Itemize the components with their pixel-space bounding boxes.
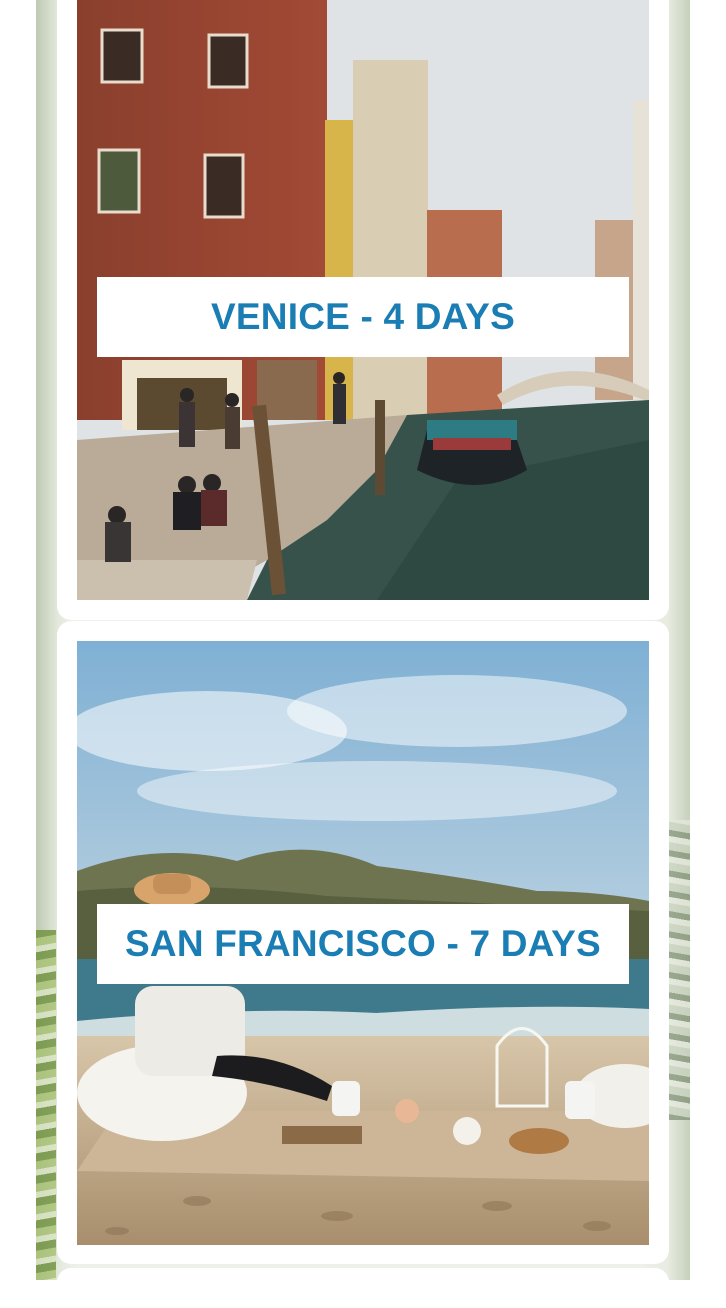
palm-leaf-decoration-left xyxy=(36,930,56,1280)
destination-title[interactable]: VENICE - 4 DAYS xyxy=(211,296,515,338)
san-francisco-beach-picnic-photo: SAN FRANCISCO - 7 DAYS xyxy=(77,641,649,1245)
venice-canal-photo: VENICE - 4 DAYS xyxy=(77,0,649,600)
destination-title[interactable]: SAN FRANCISCO - 7 DAYS xyxy=(125,923,601,965)
palm-leaf-decoration-right xyxy=(668,820,690,1120)
destination-card-next[interactable] xyxy=(57,1268,669,1308)
destination-card-venice[interactable]: VENICE - 4 DAYS xyxy=(57,0,669,620)
destination-label-box[interactable]: VENICE - 4 DAYS xyxy=(97,277,629,357)
destination-label-box[interactable]: SAN FRANCISCO - 7 DAYS xyxy=(97,904,629,984)
destination-card-san-francisco[interactable]: SAN FRANCISCO - 7 DAYS xyxy=(57,621,669,1264)
